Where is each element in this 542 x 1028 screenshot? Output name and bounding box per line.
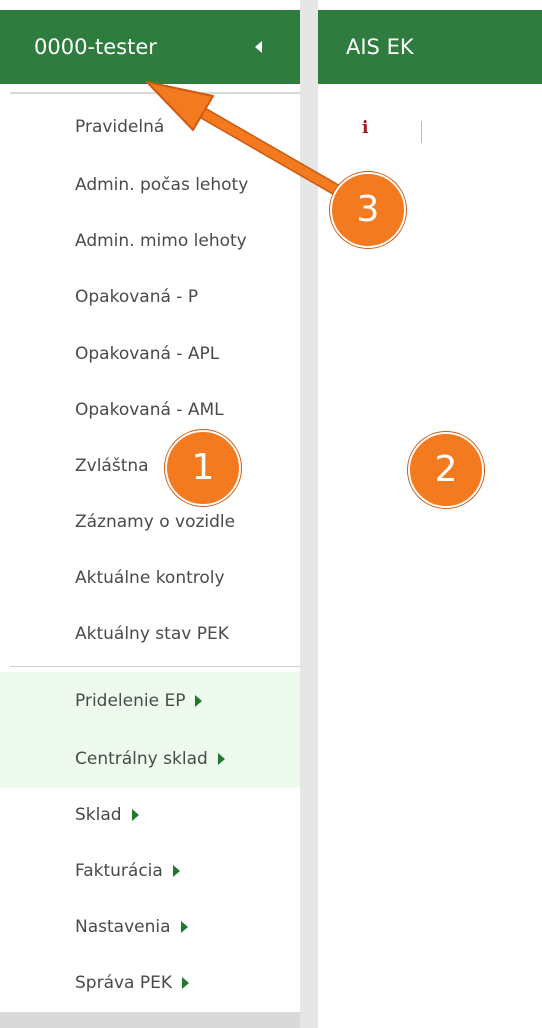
submenu-nastavenia[interactable]: Nastavenia [0, 898, 300, 956]
menu-item-aktualne-kontroly[interactable]: Aktuálne kontroly [0, 549, 300, 607]
sidebar-title[interactable]: 0000-tester [34, 10, 157, 84]
menu-item-label: Aktuálny stav PEK [75, 624, 229, 644]
menu-item-opakovana-apl[interactable]: Opakovaná - APL [0, 325, 300, 383]
annotation-badge-1: 1 [165, 430, 241, 506]
submenu-pridelenie-ep[interactable]: Pridelenie EP [0, 672, 300, 730]
caret-right-icon [180, 921, 188, 933]
menu-item-zaznamy-o-vozidle[interactable]: Záznamy o vozidle [0, 493, 300, 551]
menu-item-label: Opakovaná - P [75, 287, 199, 307]
main-header: AIS EK [318, 10, 542, 84]
menu-item-label: Aktuálne kontroly [75, 568, 225, 588]
submenu-centralny-sklad[interactable]: Centrálny sklad [0, 730, 300, 788]
menu-item-aktualny-stav-pek[interactable]: Aktuálny stav PEK [0, 605, 300, 663]
info-icon[interactable]: i [362, 118, 368, 138]
menu-item-opakovana-p[interactable]: Opakovaná - P [0, 268, 300, 326]
sidebar-divider-top [10, 92, 300, 94]
submenu-sklad[interactable]: Sklad [0, 786, 300, 844]
submenu-label: Sklad [75, 805, 122, 825]
menu-item-admin-pocas-lehoty[interactable]: Admin. počas lehoty [0, 156, 300, 214]
submenu-fakturacia[interactable]: Fakturácia [0, 842, 300, 900]
menu-item-label: Zvláštna [75, 456, 149, 476]
caret-right-icon [182, 977, 190, 989]
sidebar-divider [10, 666, 300, 667]
sidebar-scrollbar[interactable] [0, 1012, 300, 1028]
submenu-label: Centrálny sklad [75, 749, 208, 769]
annotation-badge-2: 2 [408, 432, 484, 508]
menu-item-opakovana-aml[interactable]: Opakovaná - AML [0, 381, 300, 439]
toolbar-separator [421, 121, 422, 143]
menu-item-label: Admin. počas lehoty [75, 175, 249, 195]
collapse-caret-left-icon[interactable] [255, 41, 262, 53]
menu-item-admin-mimo-lehoty[interactable]: Admin. mimo lehoty [0, 212, 300, 270]
submenu-label: Fakturácia [75, 861, 163, 881]
content-gutter [300, 0, 318, 1028]
menu-item-pravidelna[interactable]: Pravidelná [0, 98, 300, 156]
submenu-label: Nastavenia [75, 917, 171, 937]
menu-item-zvlastna[interactable]: Zvláštna [0, 437, 300, 495]
menu-item-label: Pravidelná [75, 117, 165, 137]
caret-right-icon [217, 753, 225, 765]
menu-item-label: Admin. mimo lehoty [75, 231, 247, 251]
submenu-label: Správa PEK [75, 973, 173, 993]
annotation-badge-3: 3 [330, 172, 406, 248]
sidebar-header: 0000-tester [0, 10, 300, 84]
menu-item-label: Opakovaná - APL [75, 344, 220, 364]
submenu-sprava-pek[interactable]: Správa PEK [0, 954, 300, 1012]
caret-right-icon [195, 695, 203, 707]
app-title: AIS EK [346, 35, 414, 59]
caret-right-icon [172, 865, 180, 877]
caret-right-icon [131, 809, 139, 821]
submenu-label: Pridelenie EP [75, 691, 186, 711]
sidebar: 0000-tester Pravidelná Admin. počas leho… [0, 0, 300, 1028]
